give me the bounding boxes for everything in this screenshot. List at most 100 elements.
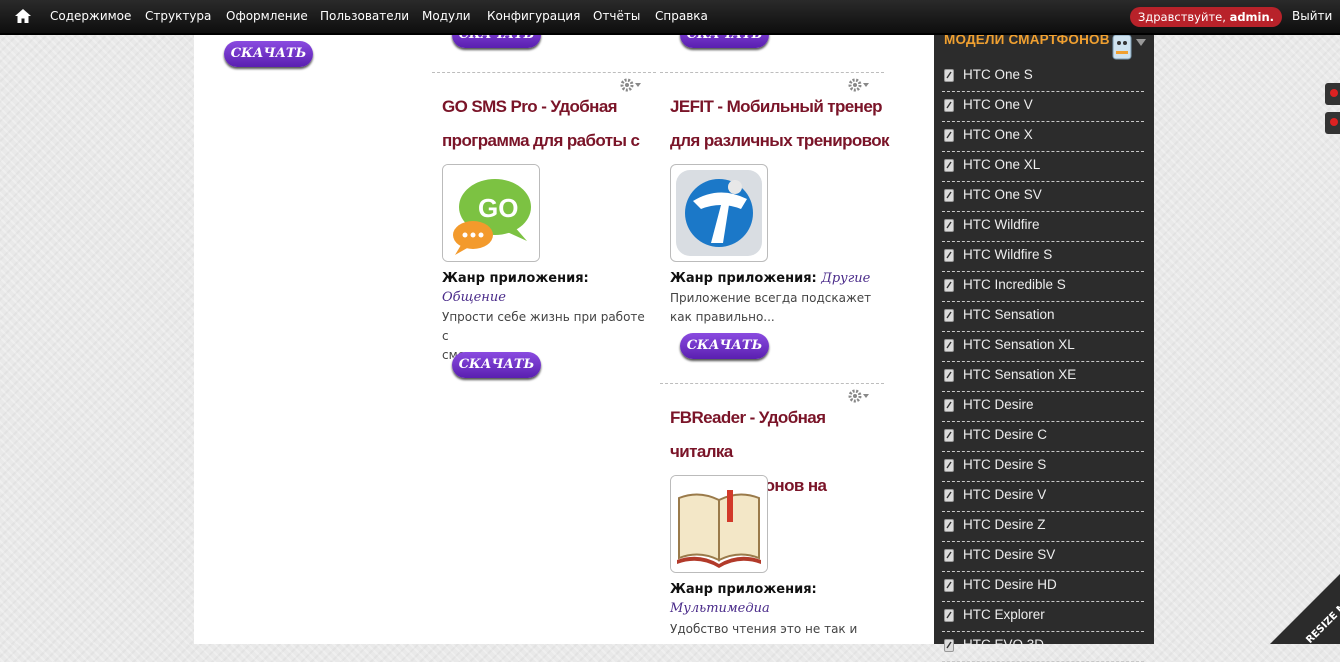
sidebar-item[interactable]: HTC Sensation XE: [942, 361, 1144, 392]
phone-icon: [944, 159, 954, 172]
download-button[interactable]: СКАЧАТЬ: [224, 41, 313, 67]
home-icon[interactable]: [14, 8, 32, 24]
sidebar-item-label: HTC Sensation: [963, 307, 1055, 322]
sidebar-item-label: HTC One SV: [963, 187, 1042, 202]
sidebar-item-label: HTC Desire Z: [963, 517, 1046, 532]
phone-icon: [944, 189, 954, 202]
sidebar-item[interactable]: HTC Desire V: [942, 481, 1144, 512]
phone-icon: [944, 609, 954, 622]
phone-icon: [944, 99, 954, 112]
sidebar-item[interactable]: HTC Incredible S: [942, 271, 1144, 302]
menu-configuration[interactable]: Конфигурация: [487, 9, 580, 23]
phone-icon: [944, 129, 954, 142]
menu-appearance[interactable]: Оформление: [226, 9, 308, 23]
sidebar-item-label: HTC One V: [963, 97, 1033, 112]
sidebar-item-label: HTC EVO 3D: [963, 637, 1045, 652]
sidebar-item-label: HTC Explorer: [963, 607, 1045, 622]
phone-icon: [944, 339, 954, 352]
sidebar-item-label: HTC Desire HD: [963, 577, 1057, 592]
sidebar-item-label: HTC Desire V: [963, 487, 1047, 502]
phone-icon: [944, 219, 954, 232]
app-thumbnail[interactable]: [670, 164, 768, 262]
sidebar-item-label: HTC Wildfire: [963, 217, 1040, 232]
sidebar-item[interactable]: HTC EVO 3D: [942, 631, 1144, 662]
divider: [432, 72, 656, 73]
phone-icon: [944, 309, 954, 322]
jefit-logo: [676, 170, 762, 256]
svg-text:GO: GO: [478, 193, 518, 223]
phone-icon: [944, 519, 954, 532]
sidebar-item-label: HTC Wildfire S: [963, 247, 1053, 262]
phone-icon: [944, 579, 954, 592]
sidebar-item-label: HTC Desire: [963, 397, 1034, 412]
menu-structure[interactable]: Структура: [145, 9, 211, 23]
sidebar-item[interactable]: HTC Desire SV: [942, 541, 1144, 572]
menu-content[interactable]: Содержимое: [50, 9, 131, 23]
sidebar-item-label: HTC One S: [963, 67, 1033, 82]
go-sms-logo: GO: [443, 165, 539, 261]
resize-handle[interactable]: RESIZE ME: [1270, 574, 1340, 644]
genre-link[interactable]: Другие: [821, 271, 870, 286]
app-description: Удобство чтения это не так и: [670, 622, 858, 636]
phone-icon: [944, 399, 954, 412]
phone-icon: [944, 489, 954, 502]
genre-row: Жанр приложения: Другие: [670, 271, 870, 286]
divider: [660, 72, 884, 73]
sidebar-item[interactable]: HTC Desire S: [942, 451, 1144, 482]
logout-link[interactable]: Выйти: [1292, 9, 1332, 23]
sidebar-item[interactable]: HTC Explorer: [942, 601, 1144, 632]
genre-link[interactable]: Мультимедиа: [670, 601, 770, 616]
sidebar-item[interactable]: HTC One XL: [942, 151, 1144, 182]
fbreader-logo: [671, 476, 767, 572]
download-button[interactable]: СКАЧАТЬ: [680, 333, 769, 359]
app-thumbnail[interactable]: GO: [442, 164, 540, 262]
username[interactable]: admin.: [1230, 10, 1274, 24]
app-thumbnail[interactable]: [670, 475, 768, 573]
genre-label: Жанр приложения:: [670, 271, 817, 286]
genre-label: Жанр приложения:: [442, 271, 589, 286]
sidebar-header: МОДЕЛИ СМАРТФОНОВ: [934, 31, 1154, 61]
sidebar-item[interactable]: HTC One S: [942, 61, 1144, 92]
sidebar-item[interactable]: HTC Wildfire S: [942, 241, 1144, 272]
menu-help[interactable]: Справка: [655, 9, 708, 23]
app-title[interactable]: JEFIT - Мобильный тренер для различных тр…: [670, 90, 890, 158]
sidebar-item-label: HTC One X: [963, 127, 1033, 142]
phone-icon: [944, 549, 954, 562]
android-robot-icon: [1112, 34, 1132, 60]
sidebar-item[interactable]: HTC One V: [942, 91, 1144, 122]
menu-modules[interactable]: Модули: [422, 9, 471, 23]
sidebar-item-label: HTC Desire SV: [963, 547, 1056, 562]
sidebar-item[interactable]: HTC One SV: [942, 181, 1144, 212]
sidebar-item[interactable]: HTC Sensation XL: [942, 331, 1144, 362]
phone-icon: [944, 459, 954, 472]
sidebar-item-label: HTC One XL: [963, 157, 1041, 172]
sidebar-item[interactable]: HTC Desire: [942, 391, 1144, 422]
menu-reports[interactable]: Отчёты: [593, 9, 640, 23]
sidebar-item[interactable]: HTC Desire C: [942, 421, 1144, 452]
sidebar-item[interactable]: HTC Sensation: [942, 301, 1144, 332]
sidebar-item[interactable]: HTC Wildfire: [942, 211, 1144, 242]
phone-icon: [944, 279, 954, 292]
phone-icon: [944, 249, 954, 262]
sidebar-item[interactable]: HTC Desire Z: [942, 511, 1144, 542]
sidebar-item-label: HTC Sensation XE: [963, 367, 1077, 382]
app-description: Приложение всегда подскажет как правильно…: [670, 291, 872, 324]
sidebar-item[interactable]: HTC Desire HD: [942, 571, 1144, 602]
download-button[interactable]: СКАЧАТЬ: [452, 352, 541, 378]
block-marker-icon[interactable]: [1325, 112, 1340, 134]
chevron-down-icon[interactable]: [1136, 39, 1146, 47]
phone-icon: [944, 69, 954, 82]
phone-icon: [944, 369, 954, 382]
sidebar-item-label: HTC Incredible S: [963, 277, 1066, 292]
admin-toolbar: Содержимое Структура Оформление Пользова…: [0, 0, 1340, 35]
menu-users[interactable]: Пользователи: [320, 9, 409, 23]
block-marker-icon[interactable]: [1325, 83, 1340, 105]
sidebar-item[interactable]: HTC One X: [942, 121, 1144, 152]
genre-link[interactable]: Общение: [442, 290, 506, 305]
sidebar-item-label: HTC Desire C: [963, 427, 1048, 442]
divider: [660, 383, 884, 384]
greeting-text: Здравствуйте,: [1137, 10, 1226, 24]
sidebar-item-label: HTC Sensation XL: [963, 337, 1075, 352]
user-greeting[interactable]: Здравствуйте, admin.: [1130, 7, 1282, 27]
phone-icon: [944, 429, 954, 442]
